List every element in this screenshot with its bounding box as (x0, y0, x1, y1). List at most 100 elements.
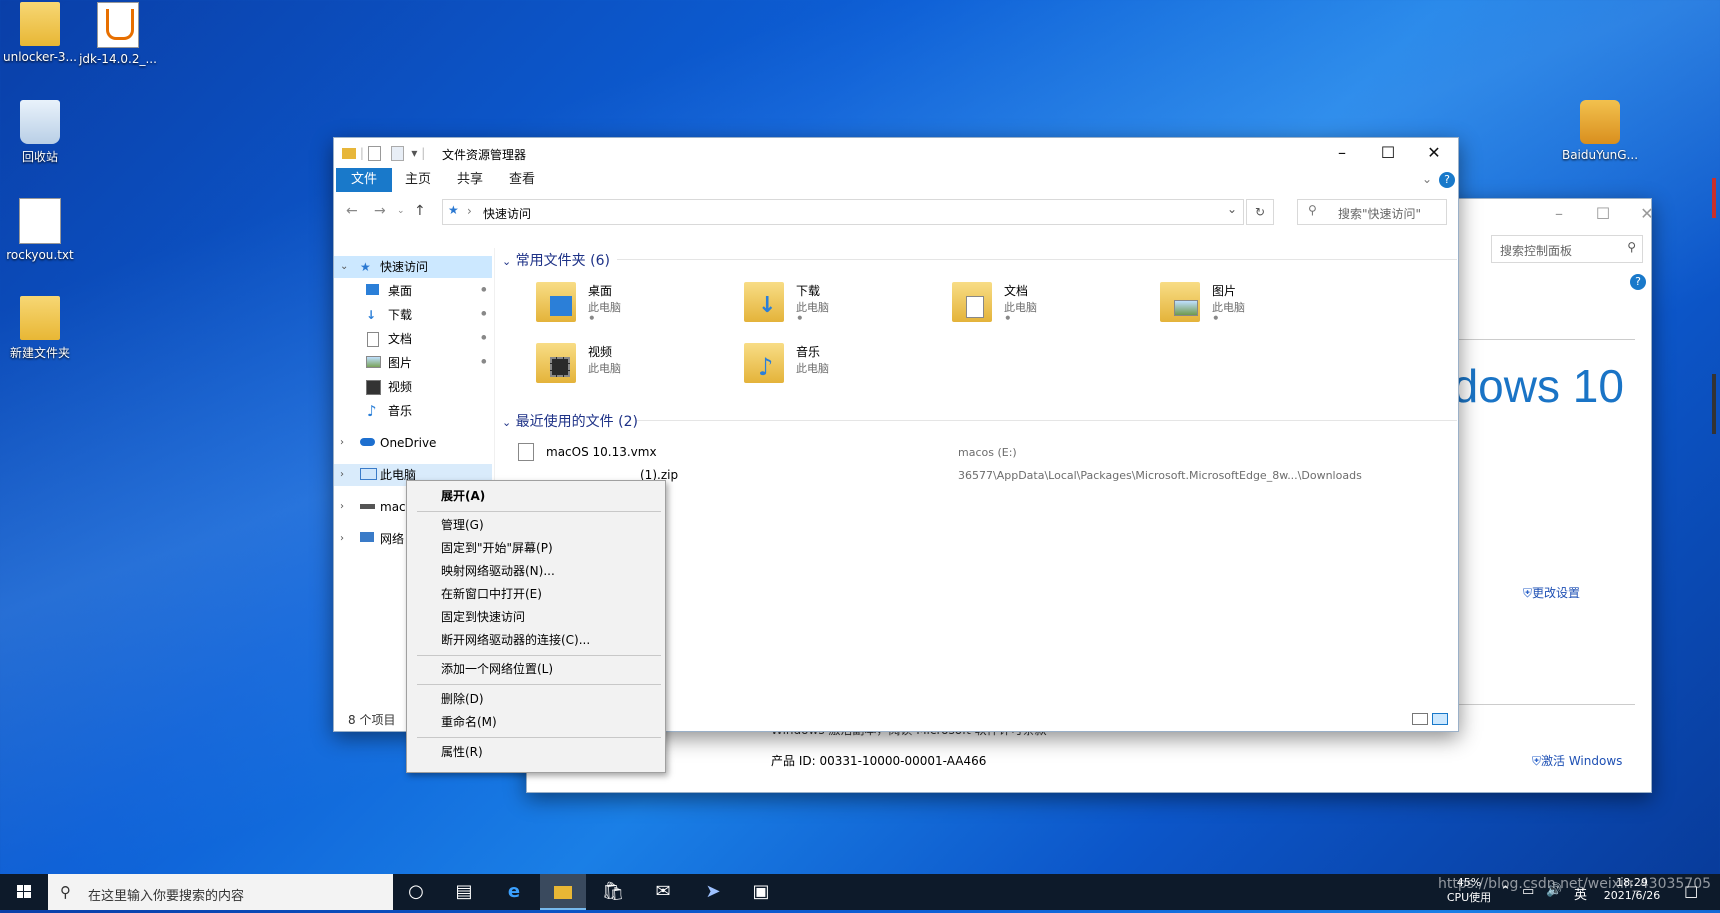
chevron-right-icon[interactable]: › (340, 528, 344, 550)
tab-view[interactable]: 查看 (494, 168, 550, 192)
recent-locations-icon[interactable]: ⌄ (397, 206, 405, 216)
menu-item-map-network-drive[interactable]: 映射网络驱动器(N)... (407, 560, 665, 582)
nav-quick-access[interactable]: ⌄ ★ 快速访问 (334, 256, 492, 278)
properties-icon[interactable] (367, 146, 381, 161)
search-placeholder: 搜索"快速访问" (1338, 207, 1422, 221)
app-launcher-icon[interactable]: ➤ (690, 874, 736, 910)
menu-item-disconnect-drive[interactable]: 断开网络驱动器的连接(C)... (407, 629, 665, 651)
quick-access-toolbar[interactable]: | ▾ | (342, 146, 425, 161)
menu-item-label: 固定到快速访问 (441, 610, 526, 624)
chevron-right-icon[interactable]: › (340, 432, 344, 454)
edge-icon[interactable]: e (491, 874, 537, 910)
nav-desktop[interactable]: 桌面 ⚫ (334, 280, 492, 302)
address-dropdown-icon[interactable]: ⌄ (1227, 202, 1237, 216)
menu-item-delete[interactable]: 删除(D) (407, 688, 665, 710)
nav-documents[interactable]: 文档 ⚫ (334, 328, 492, 350)
menu-item-label: 断开网络驱动器的连接(C)... (441, 633, 591, 647)
folder-location: 此电脑 (588, 301, 621, 314)
nav-music[interactable]: ♪ 音乐 (334, 400, 492, 422)
folder-tile-documents[interactable]: 文档 此电脑 ⚫ (952, 278, 1172, 332)
customize-dropdown-icon[interactable]: ▾ (411, 146, 417, 160)
back-icon[interactable]: ← (346, 203, 358, 219)
desktop-icon-baiduyun[interactable]: BaiduYunG... (1560, 100, 1640, 162)
menu-item-manage[interactable]: 管理(G) (407, 514, 665, 536)
menu-item-rename[interactable]: 重命名(M) (407, 711, 665, 733)
refresh-button[interactable]: ↻ (1246, 199, 1274, 225)
desktop-icon-label: BaiduYunG... (1561, 148, 1639, 162)
new-folder-icon[interactable] (390, 146, 404, 161)
chevron-right-icon[interactable]: › (340, 496, 344, 518)
minimize-button[interactable]: – (1537, 199, 1581, 229)
taskbar-search-input[interactable]: ⚲ 在这里输入你要搜索的内容 (48, 874, 393, 910)
download-icon: ↓ (366, 308, 377, 322)
desktop-icon-unlocker[interactable]: unlocker-3... (0, 2, 80, 64)
divider (617, 259, 1457, 260)
folder-name: 图片 (1212, 284, 1237, 298)
search-input[interactable]: ⚲ 搜索"快速访问" (1297, 199, 1447, 225)
details-view-icon[interactable] (1412, 713, 1428, 725)
menu-item-properties[interactable]: 属性(R) (407, 741, 665, 763)
menu-item-add-network-location[interactable]: 添加一个网络位置(L) (407, 658, 665, 680)
nav-onedrive[interactable]: › OneDrive (334, 432, 492, 454)
recent-file-row[interactable]: macOS 10.13.vmx macos (E:) (494, 443, 1454, 463)
change-settings-link[interactable]: ⛨更改设置 (1523, 584, 1580, 601)
scrollbar-thumb[interactable] (1712, 374, 1716, 434)
desktop-icon-rockyou[interactable]: rockyou.txt (0, 198, 80, 262)
control-panel-taskbar-icon[interactable]: ▣ (738, 874, 784, 910)
mail-icon[interactable]: ✉ (640, 874, 686, 910)
address-bar[interactable]: ★ › 快速访问 ⌄ (442, 199, 1244, 225)
help-icon[interactable]: ? (1630, 274, 1646, 290)
help-icon[interactable]: ? (1439, 172, 1455, 188)
menu-item-expand[interactable]: 展开(A) (407, 485, 665, 507)
nav-label: 网络 (380, 532, 405, 546)
title-bar[interactable]: | ▾ | 文件资源管理器 – ☐ ✕ (334, 138, 1458, 168)
forward-icon[interactable]: → (374, 203, 386, 219)
start-button[interactable] (0, 874, 48, 910)
nav-videos[interactable]: 视频 (334, 376, 492, 398)
scrollbar-thumb[interactable] (1712, 178, 1716, 218)
close-button[interactable]: ✕ (1625, 199, 1669, 229)
folder-tile-videos[interactable]: 视频 此电脑 (536, 339, 756, 393)
menu-item-open-new-window[interactable]: 在新窗口中打开(E) (407, 583, 665, 605)
tab-share[interactable]: 共享 (442, 168, 498, 192)
folder-tile-desktop[interactable]: 桌面 此电脑 ⚫ (536, 278, 756, 332)
shield-icon: ⛨ (1523, 586, 1533, 600)
frequent-folders-header[interactable]: ⌄ 常用文件夹 (6) (502, 250, 1457, 270)
nav-label: 桌面 (388, 284, 413, 298)
tab-file[interactable]: 文件 (336, 168, 393, 192)
pin-icon: ⚫ (479, 333, 488, 344)
tab-home[interactable]: 主页 (390, 168, 446, 192)
activate-windows-link[interactable]: ⛨激活 Windows (1532, 752, 1622, 769)
file-explorer-taskbar-icon[interactable] (540, 874, 586, 910)
video-icon (550, 357, 570, 377)
task-view-icon[interactable]: ▤ (441, 874, 487, 910)
maximize-button[interactable]: ☐ (1581, 199, 1625, 229)
store-icon[interactable]: 🛍 (590, 874, 636, 910)
windows-logo-icon (17, 885, 31, 898)
cortana-icon[interactable]: ○ (393, 874, 439, 910)
pin-icon: ⚫ (1004, 314, 1012, 324)
desktop-icon-label: 回收站 (21, 150, 58, 164)
menu-item-pin-to-start[interactable]: 固定到"开始"屏幕(P) (407, 537, 665, 559)
menu-item-pin-quick-access[interactable]: 固定到快速访问 (407, 606, 665, 628)
chevron-down-icon[interactable]: ⌄ (340, 256, 348, 278)
picture-icon (366, 356, 381, 368)
desktop-icon-recycle-bin[interactable]: 回收站 (0, 100, 80, 165)
maximize-button[interactable]: ☐ (1366, 138, 1410, 168)
folder-tile-downloads[interactable]: ↓ 下载 此电脑 ⚫ (744, 278, 964, 332)
up-icon[interactable]: ↑ (414, 203, 426, 219)
folder-tile-music[interactable]: ♪ 音乐 此电脑 (744, 339, 964, 393)
search-box[interactable]: 搜索控制面板 ⚲ (1491, 235, 1643, 263)
desktop-icon-jdk[interactable]: jdk-14.0.2_... (78, 2, 158, 66)
ribbon-tabs: 文件 主页 共享 查看 ⌄ ? (334, 168, 1458, 192)
minimize-button[interactable]: – (1320, 138, 1364, 168)
close-button[interactable]: ✕ (1412, 138, 1456, 168)
large-icons-view-icon[interactable] (1432, 713, 1448, 725)
ribbon-expand-icon[interactable]: ⌄ (1422, 172, 1432, 186)
nav-downloads[interactable]: ↓ 下载 ⚫ (334, 304, 492, 326)
nav-pictures[interactable]: 图片 ⚫ (334, 352, 492, 374)
folder-tile-pictures[interactable]: 图片 此电脑 ⚫ (1160, 278, 1380, 332)
chevron-right-icon[interactable]: › (340, 464, 344, 486)
desktop-icon-new-folder[interactable]: 新建文件夹 (0, 296, 80, 361)
recent-files-header[interactable]: ⌄ 最近使用的文件 (2) (502, 411, 1457, 431)
